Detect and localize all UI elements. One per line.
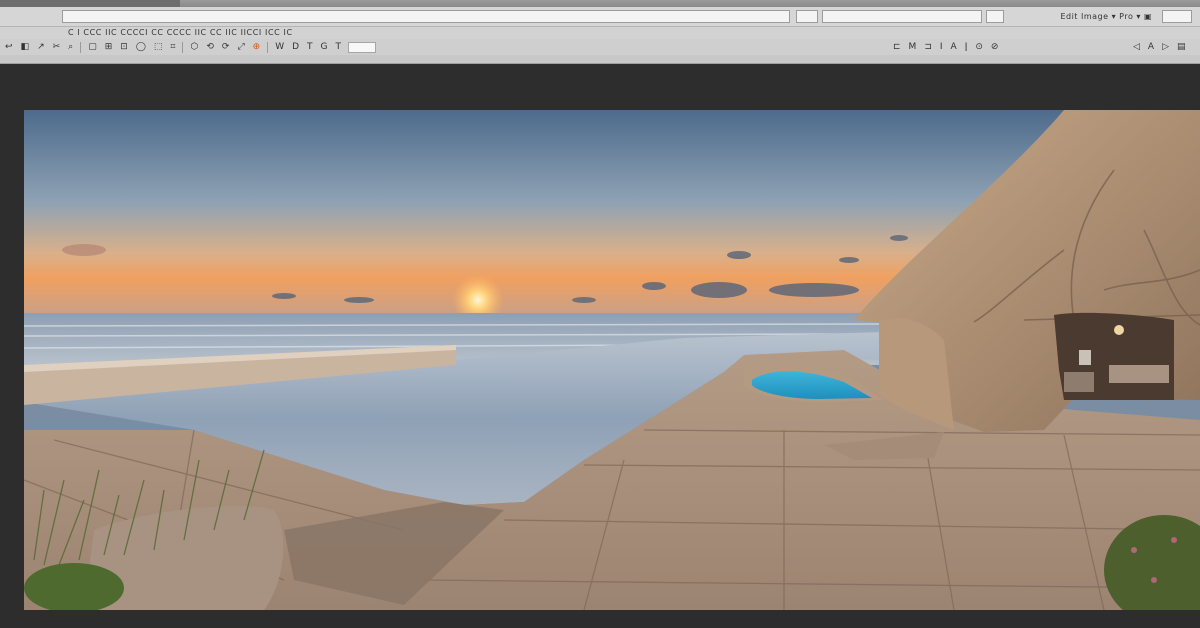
- rotate-right-icon[interactable]: ⟳: [221, 41, 231, 53]
- move-icon[interactable]: ↗: [36, 41, 46, 53]
- cancel-icon[interactable]: ⊘: [990, 41, 1000, 53]
- armchair: [1064, 372, 1094, 392]
- title-bar: [0, 0, 1200, 7]
- polygon-icon[interactable]: ⬡: [189, 41, 199, 53]
- window-controls[interactable]: [1162, 10, 1192, 23]
- sofa: [1109, 365, 1169, 383]
- auto-tool[interactable]: A: [950, 41, 958, 53]
- size-input[interactable]: [348, 41, 377, 53]
- font-tool[interactable]: A: [1147, 41, 1155, 53]
- info-tool[interactable]: I: [939, 41, 944, 53]
- go-button[interactable]: [986, 10, 1004, 23]
- lamp: [1079, 350, 1091, 365]
- tool-strip: ↩ ◧ ↗ ✂ ⌕ ▢ ⊞ ⊡ ◯ ⬚ ⌗ ⬡ ⟲ ⟳ ⤢ ⊕ W D T G …: [0, 39, 1200, 55]
- merge-tool[interactable]: M: [908, 41, 918, 53]
- separator: [80, 41, 82, 53]
- marquee-icon[interactable]: ⬚: [153, 41, 164, 53]
- tool-d[interactable]: D: [291, 41, 300, 53]
- image-editor-window: Edit Image ▾ Pro ▾ ▣ C I CCC IIC CCCCI C…: [0, 0, 1200, 628]
- text-tool[interactable]: T: [335, 41, 343, 53]
- undo-icon[interactable]: ↩: [4, 41, 14, 53]
- ceiling-light: [1114, 325, 1124, 335]
- tool-group-left: ↩ ◧ ↗ ✂ ⌕ ▢ ⊞ ⊡ ◯ ⬚ ⌗ ⬡ ⟲ ⟳ ⤢ ⊕ W D T G …: [4, 41, 377, 53]
- rotate-left-icon[interactable]: ⟲: [205, 41, 215, 53]
- image-canvas[interactable]: [24, 110, 1200, 610]
- frame-icon[interactable]: ⊡: [119, 41, 129, 53]
- tool-g[interactable]: G: [320, 41, 329, 53]
- tool-group-far-right: ◁ A ▷ ▤: [1132, 41, 1187, 53]
- hash-icon[interactable]: ⌗: [169, 41, 176, 53]
- path-input[interactable]: [62, 10, 790, 23]
- next-icon[interactable]: ▷: [1161, 41, 1170, 53]
- resize-icon[interactable]: ⤢: [236, 41, 245, 53]
- zoom-field[interactable]: [796, 10, 818, 23]
- target-icon[interactable]: ⊙: [974, 41, 984, 53]
- cut-icon[interactable]: ✂: [52, 41, 62, 53]
- tool-group-right: ⊏ M ⊐ I A ǀ ⊙ ⊘: [892, 41, 999, 53]
- title-bar-thumbnail: [0, 0, 180, 7]
- canvas-area: [0, 65, 1200, 628]
- panel-icon[interactable]: ▤: [1176, 41, 1187, 53]
- layer-icon[interactable]: ◧: [20, 41, 31, 53]
- zoom-icon[interactable]: ⌕: [67, 41, 74, 53]
- options-bar: C I CCC IIC CCCCI CC CCCC IIC CC IIC IIC…: [0, 27, 1200, 39]
- align-right-icon[interactable]: ⊐: [923, 41, 933, 53]
- rect-select-icon[interactable]: ▢: [87, 41, 98, 53]
- separator: [267, 41, 269, 53]
- address-bar: Edit Image ▾ Pro ▾ ▣: [0, 7, 1200, 27]
- tool-t[interactable]: T: [306, 41, 314, 53]
- options-labels: C I CCC IIC CCCCI CC CCCC IIC CC IIC IIC…: [68, 28, 293, 37]
- photo-seaside-terrace: [24, 110, 1200, 610]
- edit-menu[interactable]: Edit Image ▾ Pro ▾ ▣: [1060, 12, 1152, 21]
- align-left-icon[interactable]: ⊏: [892, 41, 902, 53]
- search-input[interactable]: [822, 10, 982, 23]
- divider-tool[interactable]: ǀ: [964, 41, 969, 53]
- grid-icon[interactable]: ⊞: [104, 41, 114, 53]
- status-strip: [0, 55, 1200, 64]
- separator: [182, 41, 184, 53]
- tool-w[interactable]: W: [274, 41, 285, 53]
- prev-icon[interactable]: ◁: [1132, 41, 1141, 53]
- color-picker-icon[interactable]: ⊕: [252, 41, 262, 53]
- ellipse-icon[interactable]: ◯: [135, 41, 147, 53]
